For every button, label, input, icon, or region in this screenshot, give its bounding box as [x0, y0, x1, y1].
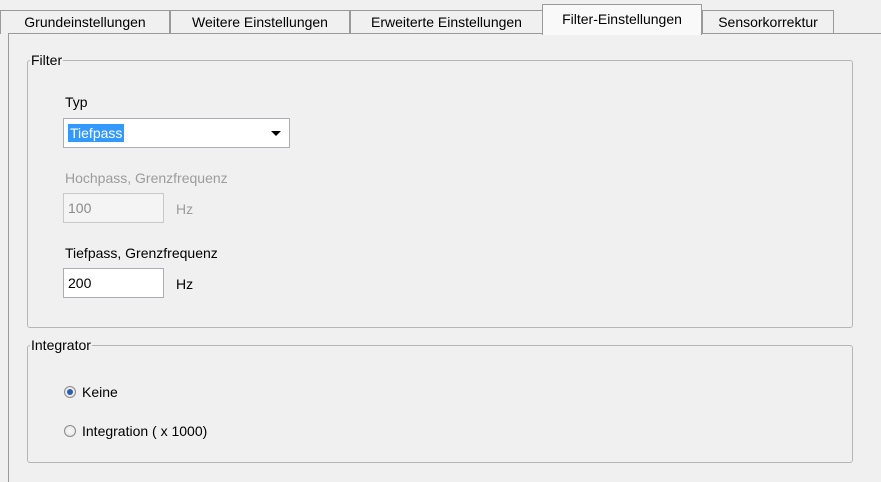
tab-grundeinstellungen[interactable]: Grundeinstellungen	[0, 10, 170, 34]
filter-group-title: Filter	[30, 52, 64, 68]
highpass-frequency-label: Hochpass, Grenzfrequenz	[65, 170, 228, 186]
lowpass-unit: Hz	[176, 276, 194, 292]
highpass-unit: Hz	[176, 201, 194, 217]
tab-erweiterte-einstellungen[interactable]: Erweiterte Einstellungen	[350, 10, 543, 34]
filter-type-label: Typ	[65, 94, 88, 110]
integrator-group: Integrator	[27, 337, 853, 463]
tab-strip: Grundeinstellungen Weitere Einstellungen…	[0, 0, 881, 35]
integrator-group-title: Integrator	[30, 337, 92, 353]
tab-content-panel: Filter Typ Tiefpass Hochpass, Grenzfrequ…	[8, 33, 881, 482]
filter-type-dropdown[interactable]: Tiefpass	[63, 118, 290, 148]
integrator-option-keine-label: Keine	[82, 384, 118, 400]
lowpass-frequency-label: Tiefpass, Grenzfrequenz	[65, 245, 218, 261]
tab-sensorkorrektur[interactable]: Sensorkorrektur	[702, 10, 834, 34]
lowpass-frequency-input[interactable]: 200	[63, 268, 164, 298]
radio-selected-icon[interactable]	[64, 386, 76, 398]
highpass-frequency-input[interactable]: 100	[63, 193, 164, 223]
integrator-option-integration-label: Integration ( x 1000)	[82, 423, 208, 439]
chevron-down-icon	[271, 131, 281, 136]
filter-type-value: Tiefpass	[68, 124, 125, 142]
tab-weitere-einstellungen[interactable]: Weitere Einstellungen	[170, 10, 350, 34]
radio-unselected-icon[interactable]	[64, 425, 76, 437]
tab-filter-einstellungen[interactable]: Filter-Einstellungen	[542, 4, 702, 35]
